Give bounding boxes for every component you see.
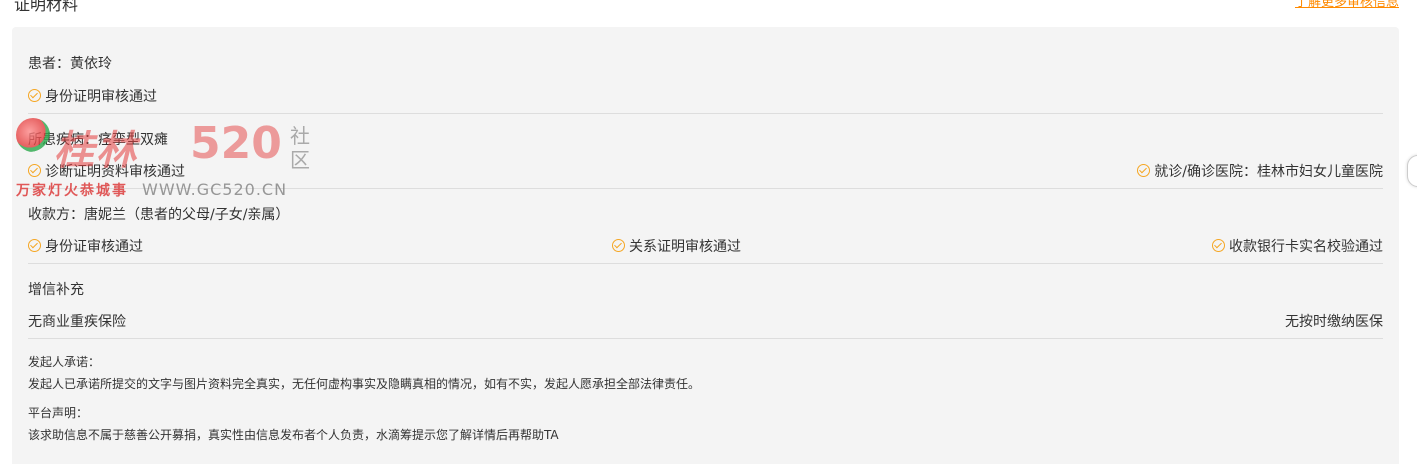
check-circle-icon (1137, 164, 1151, 177)
divider (28, 338, 1383, 339)
bank-status-group: 收款银行卡实名校验通过 (1212, 236, 1383, 256)
disease-label: 所患疾病：痉挛型双瘫 (28, 132, 168, 148)
medical-insurance-status: 无按时缴纳医保 (1285, 314, 1383, 330)
proof-materials-page: 证明材料 了解更多审核信息 患者：黄依玲 身份证明审核通过 所患疾病：痉挛型双瘫… (0, 0, 1417, 464)
patient-status-row: 身份证明审核通过 (28, 86, 1383, 106)
more-audit-info-link[interactable]: 了解更多审核信息 (1295, 0, 1399, 10)
check-circle-icon (28, 239, 41, 252)
disease-status-row: 诊断证明资料审核通过 就诊/确诊医院：桂林市妇女儿童医院 (28, 161, 1383, 181)
patient-id-status: 身份证明审核通过 (45, 89, 157, 105)
patient-row: 患者：黄依玲 (28, 53, 1383, 73)
disease-row: 所患疾病：痉挛型双瘫 (28, 129, 1383, 149)
credit-title-row: 增信补充 (28, 279, 1383, 299)
insurance-status: 无商业重疾保险 (28, 314, 126, 330)
relation-status-group: 关系证明审核通过 (612, 236, 741, 256)
divider (28, 263, 1383, 264)
payee-label: 收款方：唐妮兰（患者的父母/子女/亲属） (28, 207, 290, 223)
statement-title: 平台声明： (28, 406, 89, 420)
statement-text: 该求助信息不属于慈善公开募捐，真实性由信息发布者个人负责，水滴筹提示您了解详情后… (28, 428, 559, 442)
payee-id-status: 身份证审核通过 (45, 239, 143, 255)
check-circle-icon (28, 89, 41, 102)
check-circle-icon (28, 164, 41, 177)
divider (28, 188, 1383, 189)
proof-panel: 患者：黄依玲 身份证明审核通过 所患疾病：痉挛型双瘫 诊断证明资料审核通过 就诊… (12, 27, 1399, 464)
hospital-status: 就诊/确诊医院：桂林市妇女儿童医院 (1154, 164, 1383, 180)
credit-info-row: 无商业重疾保险 无按时缴纳医保 (28, 311, 1383, 331)
diagnosis-status: 诊断证明资料审核通过 (45, 164, 185, 180)
check-circle-icon (612, 239, 625, 252)
section-title: 证明材料 (14, 0, 79, 14)
payee-status-row: 身份证审核通过 关系证明审核通过 收款银行卡实名校验通过 (28, 236, 1383, 256)
relation-status: 关系证明审核通过 (629, 239, 741, 255)
promise-title: 发起人承诺： (28, 355, 101, 369)
promise-text: 发起人已承诺所提交的文字与图片资料完全真实，无任何虚构事实及隐瞒真相的情况，如有… (28, 377, 701, 391)
patient-label: 患者：黄依玲 (28, 56, 112, 72)
divider (28, 113, 1383, 114)
bank-status: 收款银行卡实名校验通过 (1229, 239, 1383, 255)
credit-title: 增信补充 (28, 282, 84, 298)
payee-row: 收款方：唐妮兰（患者的父母/子女/亲属） (28, 204, 1383, 224)
side-float-handle[interactable] (1407, 155, 1417, 187)
hospital-status-group: 就诊/确诊医院：桂林市妇女儿童医院 (1137, 161, 1383, 181)
check-circle-icon (1212, 239, 1225, 252)
